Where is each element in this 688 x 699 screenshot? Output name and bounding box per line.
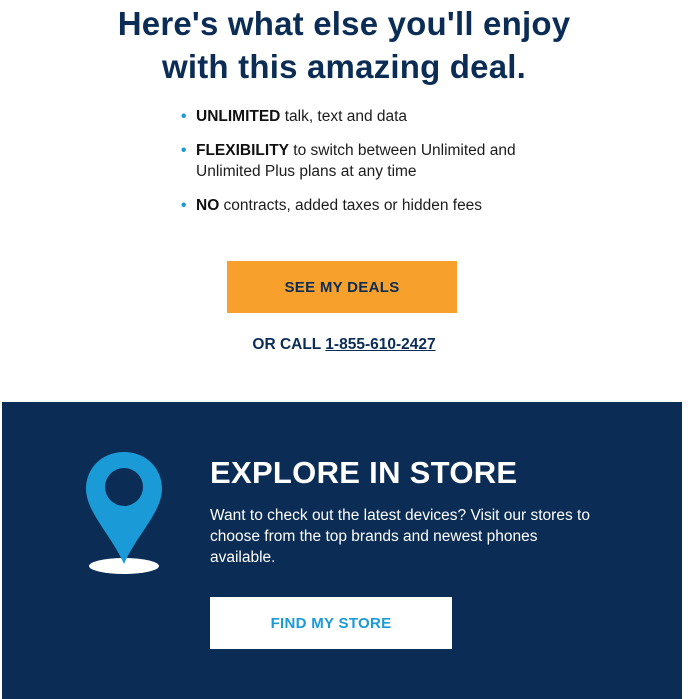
benefit-bold-label: NO <box>196 197 220 214</box>
page-title-line-1: Here's what else you'll enjoy <box>117 5 571 42</box>
see-my-deals-button[interactable]: SEE MY DEALS <box>227 261 457 313</box>
explore-store-section: EXPLORE IN STORE Want to check out the l… <box>2 402 682 699</box>
benefit-item-unlimited: • UNLIMITED talk, text and data <box>181 106 521 127</box>
benefit-text: talk, text and data <box>280 108 408 125</box>
benefit-bold-label: FLEXIBILITY <box>196 142 289 159</box>
store-section-description: Want to check out the latest devices? Vi… <box>210 507 590 566</box>
benefit-text: contracts, added taxes or hidden fees <box>219 197 483 214</box>
call-prefix: OR CALL <box>252 336 326 353</box>
bullet-icon: • <box>181 108 187 125</box>
benefit-item-no-contracts: • NO contracts, added taxes or hidden fe… <box>181 195 521 216</box>
promo-email: Here's what else you'll enjoy with this … <box>0 0 688 699</box>
page-title-line-2: with this amazing deal. <box>162 48 526 85</box>
bullet-icon: • <box>181 142 187 159</box>
find-my-store-button[interactable]: FIND MY STORE <box>210 597 452 649</box>
call-line: OR CALL 1-855-610-2427 <box>0 335 688 355</box>
bullet-icon: • <box>181 197 187 214</box>
benefit-bold-label: UNLIMITED <box>196 108 281 125</box>
benefits-list: • UNLIMITED talk, text and data • FLEXIB… <box>181 106 521 216</box>
location-pin-icon <box>86 452 162 574</box>
phone-link[interactable]: 1-855-610-2427 <box>325 336 435 353</box>
store-section-title: EXPLORE IN STORE <box>210 455 518 490</box>
page-title: Here's what else you'll enjoy with this … <box>0 2 688 88</box>
benefit-item-flexibility: • FLEXIBILITY to switch between Unlimite… <box>181 140 521 182</box>
